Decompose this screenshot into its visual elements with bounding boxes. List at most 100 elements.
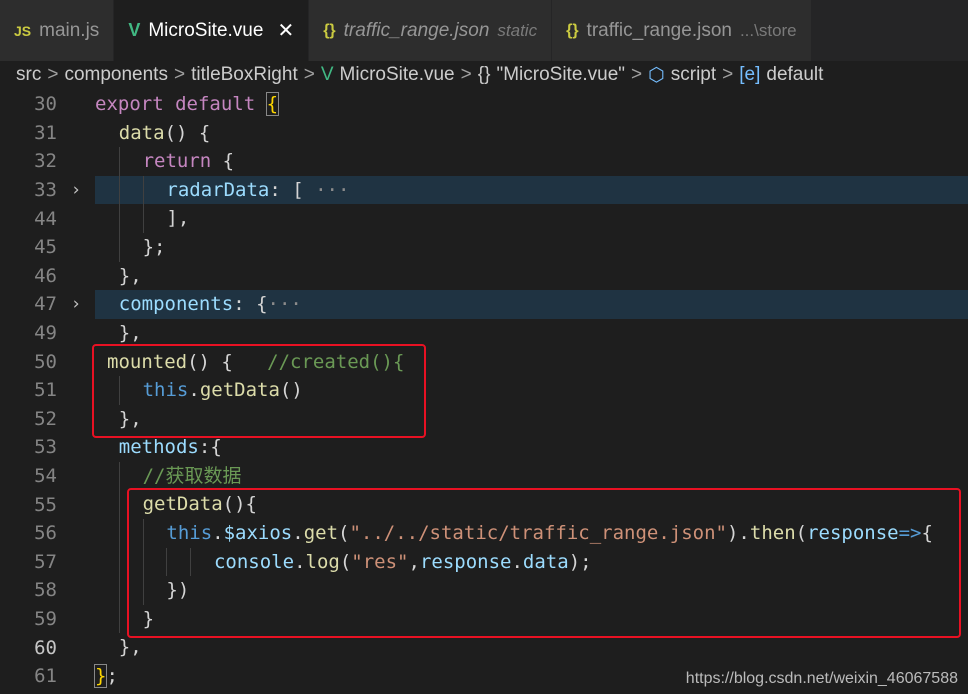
line-number: 33 (34, 179, 57, 202)
editor-tab-bar: JS main.js V MicroSite.vue ✕ {} traffic_… (0, 0, 968, 61)
code-token: default (175, 93, 256, 116)
code-token: export (95, 93, 164, 116)
indent-guide (95, 462, 119, 491)
indent-guide (95, 176, 119, 205)
line-number: 51 (34, 379, 57, 402)
code-line[interactable]: 32 return { (0, 147, 968, 176)
line-number: 56 (34, 522, 57, 545)
indent-guide (118, 204, 143, 233)
code-token: }, (118, 636, 142, 659)
tab-description: ...\store (739, 20, 797, 40)
code-text: }; (93, 664, 118, 689)
tab-traffic-range-json-static[interactable]: {} traffic_range.json static (309, 0, 553, 61)
vue-file-icon: V (128, 20, 141, 40)
code-token: { (265, 92, 280, 117)
line-number: 52 (34, 407, 57, 430)
indent-guide (95, 633, 119, 662)
indent-guide (118, 147, 143, 176)
line-number: 31 (34, 121, 57, 144)
code-token: :{ (198, 435, 222, 458)
ellipsis-icon[interactable]: ··· (315, 179, 349, 201)
code-text: }; (95, 233, 165, 262)
indent-guide (95, 290, 119, 319)
line-number: 60 (34, 636, 57, 659)
code-token: radarData (166, 178, 270, 201)
breadcrumb-item-script[interactable]: script (671, 64, 716, 86)
code-text: export default { (95, 92, 280, 117)
json-file-icon: {} (323, 21, 336, 39)
chevron-right-icon: > (173, 64, 186, 85)
cube-icon: ⬡ (648, 64, 665, 86)
indent-guide (118, 462, 143, 491)
code-text: return { (95, 147, 234, 176)
breadcrumb-item-components[interactable]: components (64, 64, 168, 86)
tab-microsite-vue[interactable]: V MicroSite.vue ✕ (114, 0, 310, 61)
chevron-right-icon[interactable]: › (57, 294, 95, 314)
code-token: return (142, 149, 212, 172)
code-text: data() { (95, 119, 211, 148)
line-number: 32 (34, 150, 57, 173)
code-token: }, (118, 264, 142, 287)
line-number: 44 (34, 207, 57, 230)
indent-guide (95, 576, 119, 605)
code-token: }, (118, 321, 142, 344)
breadcrumb-item-src[interactable]: src (16, 64, 41, 86)
code-token: data (118, 121, 165, 144)
tab-traffic-range-json-store[interactable]: {} traffic_range.json ...\store (552, 0, 812, 61)
json-file-icon: {} (566, 21, 579, 39)
code-line[interactable]: 45}; (0, 233, 968, 262)
chevron-right-icon: > (303, 64, 315, 85)
code-line[interactable]: 46}, (0, 262, 968, 291)
indent-guide (95, 119, 119, 148)
indent-guide (118, 233, 143, 262)
line-number: 50 (34, 350, 57, 373)
code-text: //获取数据 (95, 461, 241, 491)
indent-guide (95, 519, 119, 548)
line-number: 55 (34, 493, 57, 516)
line-number: 59 (34, 608, 57, 631)
watermark: https://blog.csdn.net/weixin_46067588 (685, 670, 958, 687)
code-text: }, (95, 262, 142, 291)
code-token: //获取数据 (142, 465, 242, 488)
object-braces-icon: {} (477, 64, 491, 85)
code-token: : [ (269, 178, 316, 201)
breadcrumb-item-default[interactable]: default (766, 64, 823, 86)
indent-guide (95, 605, 119, 634)
line-number: 46 (34, 264, 57, 287)
chevron-right-icon: > (460, 64, 472, 85)
code-line[interactable]: 44], (0, 204, 968, 233)
indent-guide (95, 233, 119, 262)
code-token: }; (142, 235, 166, 258)
breadcrumb-item-titleboxright[interactable]: titleBoxRight (191, 64, 298, 86)
code-line[interactable]: 54 //获取数据 (0, 462, 968, 491)
tab-label: MicroSite.vue (148, 19, 264, 41)
indent-guide (95, 262, 119, 291)
line-number: 61 (34, 665, 57, 688)
code-line[interactable]: 33 › radarData: [ ··· (0, 175, 968, 205)
ellipsis-icon[interactable]: ··· (268, 293, 302, 315)
code-line[interactable]: 47 › components: {··· (0, 290, 968, 319)
line-number: 54 (34, 465, 57, 488)
chevron-right-icon: > (722, 64, 734, 85)
vue-file-icon: V (320, 64, 334, 85)
javascript-file-icon: JS (14, 22, 32, 39)
breadcrumb-item-file[interactable]: MicroSite.vue (340, 64, 455, 86)
breadcrumb: src > components > titleBoxRight > V Mic… (0, 61, 968, 89)
line-number: 58 (34, 579, 57, 602)
code-token: { (211, 149, 235, 172)
code-line[interactable]: 30 export default { (0, 90, 968, 119)
breadcrumb-item-module[interactable]: "MicroSite.vue" (496, 64, 625, 86)
indent-guide (142, 204, 167, 233)
close-icon[interactable]: ✕ (277, 18, 294, 43)
code-token: () { (164, 121, 211, 144)
code-token: ], (166, 207, 190, 230)
code-line[interactable]: 31 data() { (0, 119, 968, 148)
chevron-right-icon[interactable]: › (57, 180, 95, 200)
indent-guide (95, 548, 119, 577)
code-token: } (93, 664, 108, 689)
tab-main-js[interactable]: JS main.js (0, 0, 115, 61)
tab-label: main.js (39, 19, 100, 41)
variable-icon: [e] (739, 64, 761, 85)
highlight-box-mounted (92, 344, 426, 438)
tab-label: traffic_range.json (586, 19, 732, 41)
